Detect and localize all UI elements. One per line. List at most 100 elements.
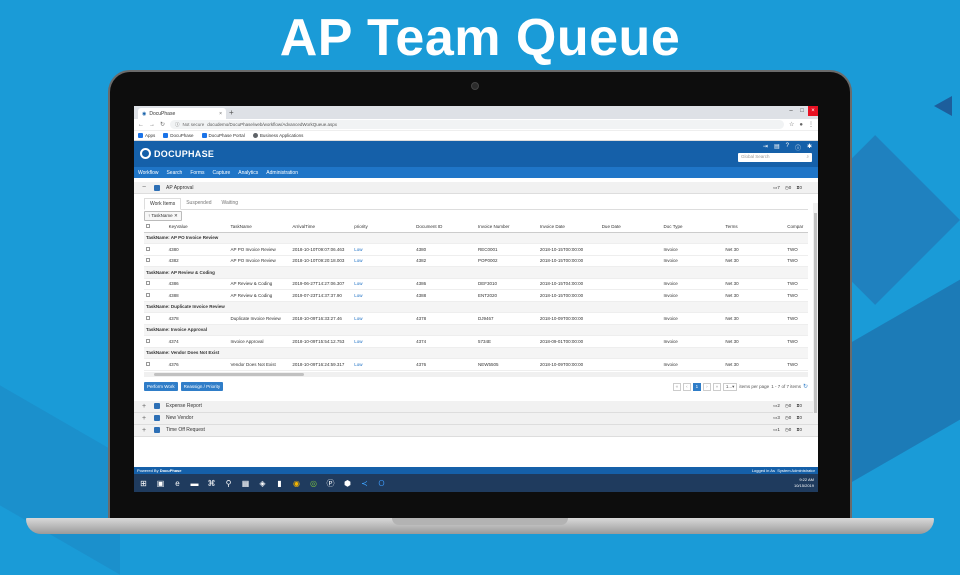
table-row[interactable]: 4382 AP PO Invoice Review 2018-10-10T09:20… (144, 255, 808, 267)
logout-icon[interactable]: ⇥ (763, 143, 768, 152)
ie-icon[interactable]: e (171, 477, 184, 489)
first-page-icon[interactable]: « (672, 382, 681, 391)
column-header[interactable]: Doc Type (661, 222, 724, 233)
menu-item-capture[interactable]: Capture (212, 170, 230, 176)
taskbar-app-icon[interactable]: ▦ (239, 477, 252, 489)
row-checkbox[interactable] (144, 278, 167, 290)
remove-group-icon[interactable]: ✕ (174, 213, 178, 218)
taskbar-app-icon[interactable]: ◎ (307, 477, 320, 489)
info-circle-icon[interactable]: ⓘ (795, 143, 801, 152)
maximize-icon[interactable]: □ (797, 106, 807, 116)
scroll-thumb[interactable] (814, 213, 817, 413)
group-row[interactable]: TaskName: Duplicate Invoice Review (144, 301, 808, 313)
vertical-scrollbar[interactable] (813, 203, 818, 423)
url-field[interactable]: ⓘ Not secure docudemo/DocuPhase/web/work… (170, 120, 784, 129)
table-row[interactable]: 4386 AP Review & Coding 2019-06-27T14:27:0… (144, 278, 808, 290)
column-header[interactable]: Document ID (414, 222, 476, 233)
column-header[interactable]: KeyValue (166, 222, 229, 233)
back-icon[interactable]: ← (138, 122, 144, 128)
tab-work-items[interactable]: Work Items (144, 198, 182, 210)
menu-item-administration[interactable]: Administration (266, 170, 298, 176)
column-header[interactable]: Invoice Date (537, 222, 600, 233)
column-header[interactable]: TaskName (228, 222, 291, 233)
menu-item-workflow[interactable]: Workflow (138, 170, 158, 176)
search-app-icon[interactable]: ⚲ (222, 477, 235, 489)
browser-tab[interactable]: ◉ DocuPhase × (138, 108, 226, 119)
menu-item-search[interactable]: Search (166, 170, 182, 176)
table-row[interactable]: 4380 AP PO Invoice Review 2018-10-10T09:07… (144, 243, 808, 256)
queue-row-new-vendor[interactable]: + New Vendor ▭3 ◷0 ⧗0 (134, 412, 818, 425)
row-checkbox[interactable] (144, 358, 167, 371)
menu-icon[interactable]: ⋮ (808, 121, 814, 128)
reassign-priority-button[interactable]: Reassign / Priority (180, 382, 224, 391)
reports-icon[interactable]: ▤ (774, 143, 780, 152)
tab-waiting[interactable]: Waiting (217, 198, 244, 209)
group-row[interactable]: TaskName: Invoice Approval (144, 324, 808, 336)
search-icon[interactable]: ⌕ (806, 154, 809, 161)
select-all-checkbox[interactable] (144, 222, 167, 233)
close-window-icon[interactable]: × (808, 106, 818, 116)
chrome-icon[interactable]: ◉ (290, 477, 303, 489)
bookmark-docuphase-portal[interactable]: DocuPhase Portal (201, 133, 245, 139)
refresh-icon[interactable]: ↻ (803, 383, 808, 390)
docuphase-taskbar-icon[interactable]: Ⓟ (324, 477, 337, 489)
page-size-select[interactable]: 1... ▾ (722, 382, 738, 391)
menu-item-forms[interactable]: Forms (190, 170, 204, 176)
group-row[interactable]: TaskName: Vendor Does Not Exist (144, 347, 808, 359)
bookmark-apps[interactable]: Apps (138, 133, 155, 139)
row-checkbox[interactable] (144, 255, 167, 267)
help-icon[interactable]: ? (786, 143, 789, 152)
minimize-icon[interactable]: – (786, 106, 796, 116)
folder-icon[interactable]: ▬ (188, 477, 201, 489)
taskbar-app-icon[interactable]: ◈ (256, 477, 269, 489)
group-chip[interactable]: ↑ TaskName ✕ (144, 211, 182, 221)
expand-icon[interactable]: + (142, 415, 148, 422)
reload-icon[interactable]: ↻ (160, 121, 165, 128)
table-row[interactable]: 4388 AP Review & Coding 2019-07-23T14:37:3… (144, 289, 808, 302)
column-header[interactable]: Compar (785, 222, 808, 233)
next-page-icon[interactable]: › (702, 382, 711, 391)
row-checkbox[interactable] (144, 335, 167, 348)
close-tab-icon[interactable]: × (219, 111, 222, 117)
last-page-icon[interactable]: » (712, 382, 721, 391)
network-icon[interactable]: ⌘ (205, 477, 218, 489)
prev-page-icon[interactable]: ‹ (682, 382, 691, 391)
windows-start-icon[interactable]: ⊞ (137, 477, 150, 489)
taskbar-app-icon[interactable]: ▣ (154, 477, 167, 489)
column-header[interactable]: Due Date (599, 222, 662, 233)
group-row[interactable]: TaskName: AP PO Invoice Review (144, 232, 808, 244)
page-number[interactable]: 1 (692, 382, 701, 391)
taskbar-app-icon[interactable]: ⬢ (341, 477, 354, 489)
column-header[interactable]: Invoice Number (475, 222, 538, 233)
column-header[interactable]: priority (352, 222, 415, 233)
collapse-icon[interactable]: − (142, 184, 148, 191)
expand-icon[interactable]: + (142, 403, 148, 410)
table-row[interactable]: 4376 Vendor Does Not Exist 2018-10-09T16:2… (144, 358, 808, 371)
bookmark-business-applications[interactable]: Business Applications (252, 133, 303, 139)
horizontal-scrollbar[interactable] (144, 371, 808, 377)
forward-icon[interactable]: → (149, 122, 155, 128)
new-tab-icon[interactable]: + (229, 108, 234, 117)
profile-icon[interactable]: ● (799, 122, 803, 128)
terminal-icon[interactable]: ▮ (273, 477, 286, 489)
outlook-icon[interactable]: O (375, 477, 388, 489)
row-checkbox[interactable] (144, 312, 167, 325)
menu-item-analytics[interactable]: Analytics (238, 170, 258, 176)
group-row[interactable]: TaskName: AP Review & Coding (144, 266, 808, 279)
star-icon[interactable]: ☆ (789, 121, 794, 128)
table-row[interactable]: 4378 Duplicate Invoice Review 2018-10-09T1… (144, 312, 808, 325)
table-row[interactable]: 4374 Invoice Approval 2018-10-09T15:54:12.… (144, 335, 808, 348)
global-search-input[interactable]: Global Search ⌕ (738, 153, 812, 162)
queue-row-expense-report[interactable]: + Expense Report ▭2 ◷0 ⧗0 (134, 400, 818, 413)
tab-suspended[interactable]: Suspended (181, 198, 216, 209)
queue-row-ap-approval[interactable]: − AP Approval ▭7 ◷0 ⧗0 (134, 182, 818, 194)
scroll-thumb[interactable] (154, 372, 304, 376)
bookmark-docuphase[interactable]: DocuPhase (163, 133, 194, 139)
row-checkbox[interactable] (144, 243, 167, 256)
gear-icon[interactable]: ✱ (807, 143, 812, 152)
queue-row-time-off-request[interactable]: + Time Off Request ▭1 ◷0 ⧗0 (134, 424, 818, 437)
column-header[interactable]: ArrivalTime (290, 222, 353, 233)
expand-icon[interactable]: + (142, 427, 148, 434)
column-header[interactable]: Terms (723, 222, 786, 233)
perform-work-button[interactable]: Perform Work (144, 382, 178, 391)
